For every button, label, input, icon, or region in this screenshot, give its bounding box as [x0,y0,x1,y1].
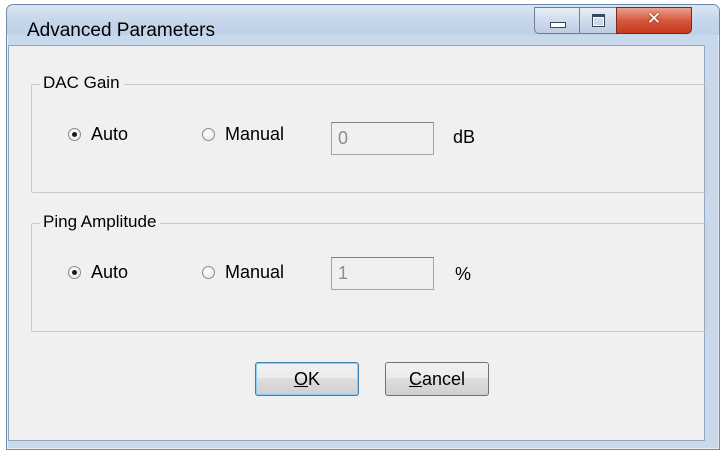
cancel-button-label: ancel [421,369,466,389]
dac-gain-manual-label: Manual [225,124,285,144]
ping-amplitude-manual-radio[interactable]: Manual [202,262,284,283]
ping-amplitude-value-field[interactable]: 1 [331,257,434,290]
close-button[interactable]: ✕ [616,7,692,34]
ping-amplitude-group-title: Ping Amplitude [40,212,161,232]
window-controls: ✕ [534,7,718,37]
cancel-accelerator-letter: C [408,369,422,389]
ping-amplitude-auto-radio[interactable]: Auto [68,262,128,283]
ok-accelerator-letter: O [293,369,308,389]
dac-gain-value-field[interactable]: 0 [331,122,434,155]
maximize-icon [592,14,605,27]
dac-gain-auto-radio-button[interactable] [68,128,81,141]
ping-amplitude-auto-label: Auto [91,262,129,282]
maximize-button[interactable] [579,7,617,34]
minimize-button[interactable] [534,7,580,34]
ok-button[interactable]: OK [255,362,359,396]
close-icon: ✕ [646,9,662,29]
dac-gain-manual-radio-button[interactable] [202,128,215,141]
dac-gain-manual-radio[interactable]: Manual [202,124,284,145]
dac-gain-group-title: DAC Gain [40,73,124,93]
ping-amplitude-manual-label: Manual [225,262,285,282]
title-bar[interactable]: Advanced Parameters ✕ [7,5,719,41]
dac-gain-auto-radio[interactable]: Auto [68,124,128,145]
window-title: Advanced Parameters [27,20,215,41]
ping-amplitude-auto-radio-button[interactable] [68,266,81,279]
ok-button-label: K [308,369,321,389]
minimize-icon [550,22,566,28]
dac-gain-unit: dB [453,127,476,147]
cancel-button[interactable]: Cancel [385,362,489,396]
ping-amplitude-manual-radio-button[interactable] [202,266,215,279]
ping-amplitude-unit: % [455,264,472,284]
dac-gain-auto-label: Auto [91,124,129,144]
